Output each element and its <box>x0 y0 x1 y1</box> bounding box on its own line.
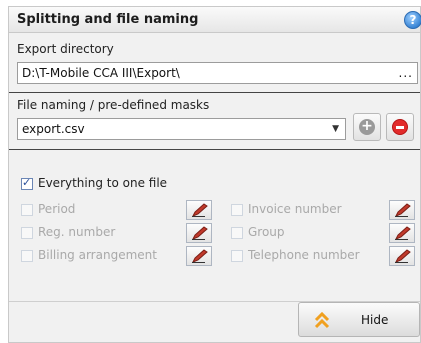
telephone-number-edit-button[interactable] <box>389 246 415 266</box>
add-icon: + <box>359 119 375 135</box>
invoice-number-edit-button[interactable] <box>389 200 415 220</box>
browse-icon[interactable]: ... <box>399 63 413 83</box>
splitting-panel: Splitting and file naming ? Export direc… <box>8 6 421 343</box>
reg-number-checkbox[interactable] <box>21 227 33 239</box>
period-checkbox[interactable] <box>21 204 33 216</box>
pencil-icon <box>394 203 411 217</box>
group-label: Group <box>248 225 285 239</box>
remove-icon <box>392 119 408 135</box>
chevrons-up-icon <box>314 311 330 329</box>
hide-button[interactable]: Hide <box>298 302 420 337</box>
export-directory-field[interactable]: D:\T-Mobile CCA III\Export\ ... <box>17 62 418 84</box>
export-directory-label: Export directory <box>17 42 114 56</box>
billing-arrangement-edit-button[interactable] <box>186 246 212 266</box>
export-directory-value: D:\T-Mobile CCA III\Export\ <box>22 66 180 80</box>
panel-title: Splitting and file naming <box>17 12 199 27</box>
section-divider <box>9 149 420 150</box>
invoice-number-checkbox[interactable] <box>231 204 243 216</box>
pencil-icon <box>394 226 411 240</box>
period-edit-button[interactable] <box>186 200 212 220</box>
chevron-down-icon[interactable]: ▼ <box>332 119 339 139</box>
group-edit-button[interactable] <box>389 223 415 243</box>
reg-number-label: Reg. number <box>38 225 116 239</box>
pencil-icon <box>394 249 411 263</box>
everything-one-file-checkbox[interactable] <box>21 176 33 190</box>
reg-number-edit-button[interactable] <box>186 223 212 243</box>
remove-mask-button[interactable] <box>386 113 414 141</box>
everything-one-file-label: Everything to one file <box>38 176 168 190</box>
add-mask-button[interactable]: + <box>353 113 381 141</box>
invoice-number-label: Invoice number <box>248 202 342 216</box>
section-divider <box>9 92 420 93</box>
panel-header: Splitting and file naming ? <box>9 7 421 33</box>
telephone-number-label: Telephone number <box>248 248 360 262</box>
billing-arrangement-label: Billing arrangement <box>38 248 157 262</box>
hide-label: Hide <box>361 313 389 327</box>
file-naming-value: export.csv <box>22 122 85 136</box>
file-naming-combo[interactable]: export.csv ▼ <box>17 118 346 140</box>
pencil-icon <box>191 249 208 263</box>
billing-arrangement-checkbox[interactable] <box>21 250 33 262</box>
period-label: Period <box>38 202 76 216</box>
group-checkbox[interactable] <box>231 227 243 239</box>
pencil-icon <box>191 226 208 240</box>
help-icon[interactable]: ? <box>404 11 421 29</box>
file-naming-label: File naming / pre-defined masks <box>17 98 210 112</box>
telephone-number-checkbox[interactable] <box>231 250 243 262</box>
pencil-icon <box>191 203 208 217</box>
